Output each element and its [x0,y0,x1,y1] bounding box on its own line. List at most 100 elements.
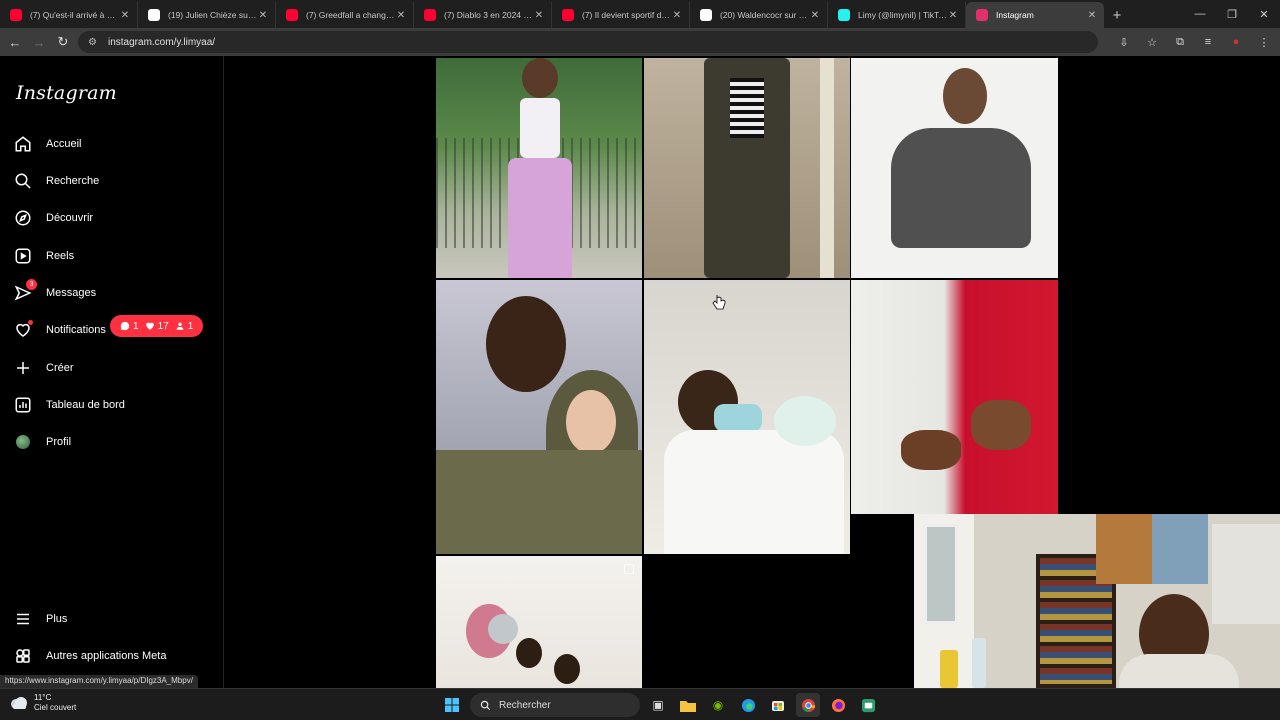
nav-plus[interactable]: Plus [12,604,67,634]
new-tab-button[interactable]: + [1104,2,1130,28]
nav-notifications[interactable]: Notifications [12,315,106,345]
post-tile[interactable] [851,58,1058,278]
address-bar-row: ← → ↻ ⚙ instagram.com/y.limyaa/ ⇩ ☆ ⧉ ≡ … [0,28,1280,56]
favicon-icon [976,9,988,21]
browser-tab[interactable]: (7) Qu'est-il arrivé à POKÉ✕ [0,2,138,28]
tab-strip: (7) Qu'est-il arrivé à POKÉ✕(19) Julien … [0,2,1104,28]
nav-reels[interactable]: Reels [12,241,74,271]
avatar [12,431,34,453]
close-tab-icon[interactable]: ✕ [947,10,959,21]
close-tab-icon[interactable]: ✕ [119,10,131,21]
maximize-button[interactable]: ❐ [1216,0,1248,28]
edge-icon[interactable] [736,693,760,717]
plus-icon [12,357,34,379]
url-field[interactable]: ⚙ instagram.com/y.limyaa/ [78,31,1098,53]
post-tile[interactable] [436,58,642,278]
browser-tab[interactable]: (7) Il devient sportif de ha ✕ [552,2,690,28]
favicon-icon [424,9,436,21]
instagram-sidebar: Instagram Accueil Recherche Découvrir Re… [0,56,224,688]
follows-count: 1 [175,321,193,332]
url-text: instagram.com/y.limyaa/ [108,36,216,48]
back-button[interactable]: ← [3,30,27,54]
search-icon [480,700,491,710]
close-tab-icon[interactable]: ✕ [395,10,407,21]
notification-dot [28,320,33,325]
browser-tab[interactable]: (7) Diablo 3 en 2024 - 80 ✕ [414,2,552,28]
browser-tab[interactable]: (7) Greedfall a changé ma ✕ [276,2,414,28]
nav-label: Notifications [46,324,106,336]
post-tile[interactable] [644,280,850,554]
reload-button[interactable]: ↻ [51,30,75,54]
hand-cursor-icon [712,295,726,310]
weather-desc: Ciel couvert [34,703,77,712]
browser-tab[interactable]: (20) Waldencocr sur X : ' ✕ [690,2,828,28]
install-app-icon[interactable]: ⇩ [1114,32,1134,52]
nav-profil[interactable]: Profil [12,427,71,457]
menu-icon [12,608,34,630]
home-icon [12,133,34,155]
compass-icon [12,207,34,229]
tab-title: (7) Greedfall a changé ma [306,10,395,20]
carousel-icon [624,564,634,574]
post-tile[interactable] [436,556,642,688]
nav-creer[interactable]: Créer [12,353,74,383]
instagram-logo[interactable]: Instagram [16,82,117,104]
tab-title: (7) Qu'est-il arrivé à POKÉ [30,10,119,20]
nav-label: Découvrir [46,212,94,224]
browser-tab-bar: (7) Qu'est-il arrivé à POKÉ✕(19) Julien … [0,0,1280,28]
kebab-menu-icon[interactable]: ⋮ [1254,32,1274,52]
nav-decouvrir[interactable]: Découvrir [12,203,93,233]
notifications-pill[interactable]: 1 17 1 [110,315,204,337]
browser-tab[interactable]: Instagram ✕ [966,2,1104,28]
android-studio-icon[interactable] [856,693,880,717]
post-tile[interactable] [436,280,642,554]
nav-recherche[interactable]: Recherche [12,166,99,196]
taskbar-apps: Rechercher ▣ ◉ [440,693,880,717]
close-tab-icon[interactable]: ✕ [809,10,821,21]
file-explorer-icon[interactable] [676,693,700,717]
close-tab-icon[interactable]: ✕ [533,10,545,21]
favicon-icon [286,9,298,21]
nav-label: Autres applications Meta [46,650,167,662]
bookmark-star-icon[interactable]: ☆ [1142,32,1162,52]
site-info-icon[interactable]: ⚙ [88,37,102,48]
nav-label: Recherche [46,175,100,187]
tab-title: (7) Diablo 3 en 2024 - 80 [444,10,533,20]
forward-button[interactable]: → [27,30,51,54]
browser-tab[interactable]: Limy (@limynil) | TikTok ✕ [828,2,966,28]
post-tile[interactable] [851,280,1058,514]
store-icon[interactable] [766,693,790,717]
nav-messages[interactable]: 3 Messages [12,278,96,308]
heart-icon [12,319,34,341]
tab-title: Instagram [996,10,1034,20]
media-control-icon[interactable]: ≡ [1198,32,1218,52]
favicon-icon [838,9,850,21]
close-tab-icon[interactable]: ✕ [671,10,683,21]
taskbar-search[interactable]: Rechercher [470,693,640,717]
chrome-icon[interactable] [796,693,820,717]
browser-tab[interactable]: (19) Julien Chièze sur X : '✕ [138,2,276,28]
browser-toolbar: ⇩ ☆ ⧉ ≡ ● ⋮ [1114,32,1274,52]
close-tab-icon[interactable]: ✕ [257,10,269,21]
nav-tableau-de-bord[interactable]: Tableau de bord [12,390,125,420]
windows-start-icon[interactable] [440,693,464,717]
nav-autres-applications-meta[interactable]: Autres applications Meta [12,641,166,671]
extensions-icon[interactable]: ⧉ [1170,32,1190,52]
reels-icon [12,245,34,267]
likes-count-value: 17 [157,320,169,332]
close-tab-icon[interactable]: ✕ [1086,10,1098,21]
task-view-icon[interactable]: ▣ [646,693,670,717]
post-tile[interactable] [644,58,850,278]
nvidia-icon[interactable]: ◉ [706,693,730,717]
firefox-icon[interactable] [826,693,850,717]
profile-icon[interactable]: ● [1226,32,1246,52]
favicon-icon [562,9,574,21]
comments-count: 1 [120,321,139,332]
weather-widget[interactable]: 11°C Ciel couvert [10,693,76,713]
minimize-button[interactable]: — [1184,0,1216,28]
close-window-button[interactable]: ✕ [1248,0,1280,28]
messenger-icon: 3 [12,279,37,304]
nav-accueil[interactable]: Accueil [12,129,81,159]
cloud-icon [10,696,28,710]
nav-label: Tableau de bord [46,399,125,411]
